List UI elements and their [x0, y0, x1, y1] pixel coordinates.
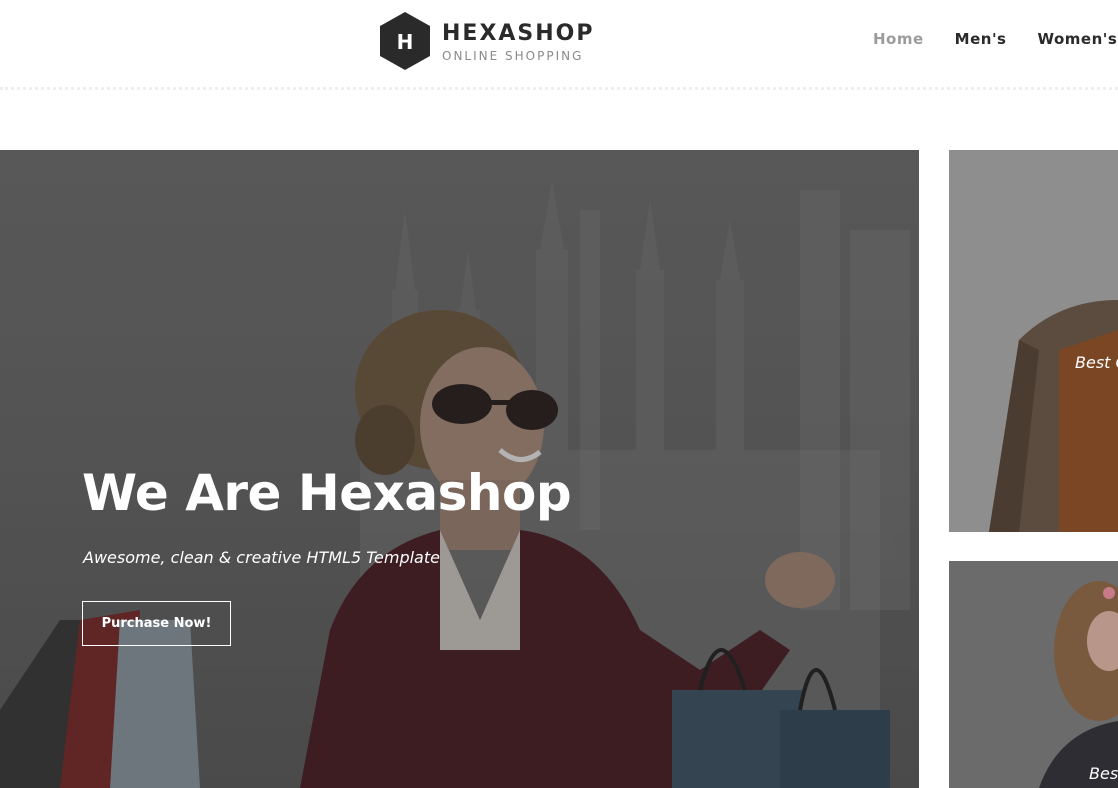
header-divider [0, 87, 1118, 90]
nav-item-home[interactable]: Home [873, 30, 924, 52]
site-logo[interactable]: H HEXASHOP ONLINE SHOPPING [378, 11, 593, 73]
side-card-bottom[interactable]: Bes [949, 561, 1118, 788]
site-header: H HEXASHOP ONLINE SHOPPING Home Men's Wo… [0, 0, 1118, 90]
side-card-top-caption: Best C [1075, 353, 1118, 372]
side-card-bottom-photo [949, 561, 1118, 788]
brand-name: HEXASHOP [442, 21, 595, 46]
main-nav: Home Men's Women's [873, 30, 1117, 52]
hero-title: We Are Hexashop [82, 464, 572, 522]
nav-item-mens[interactable]: Men's [955, 30, 1007, 52]
side-card-top-photo [949, 150, 1118, 532]
purchase-now-button[interactable]: Purchase Now! [82, 601, 231, 646]
logo-letter: H [396, 30, 414, 54]
side-card-top[interactable]: Best C [949, 150, 1118, 532]
hero-banner: We Are Hexashop Awesome, clean & creativ… [0, 150, 919, 788]
nav-item-womens[interactable]: Women's [1037, 30, 1117, 52]
hero-subtitle: Awesome, clean & creative HTML5 Template [83, 548, 440, 567]
side-card-bottom-caption: Bes [1089, 764, 1118, 783]
brand-tagline: ONLINE SHOPPING [442, 49, 584, 63]
